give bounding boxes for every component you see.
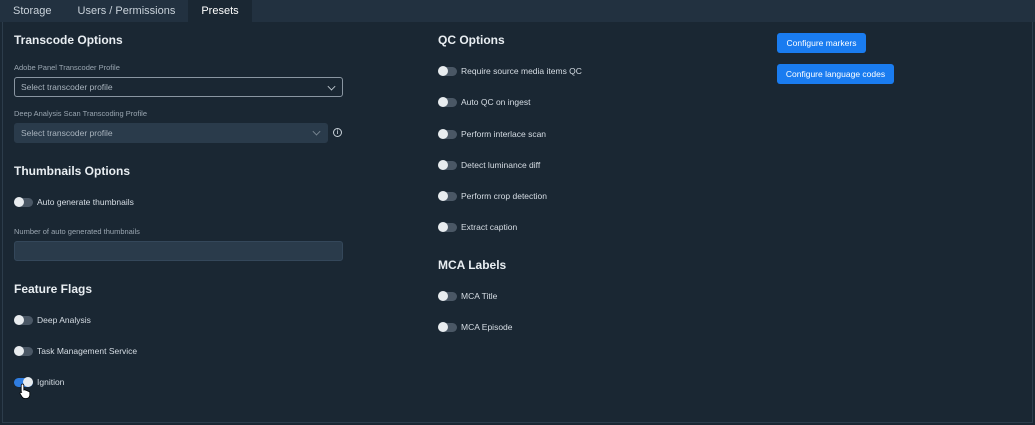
toggle-label: Task Management Service <box>37 346 138 356</box>
tab-presets[interactable]: Presets <box>188 0 252 22</box>
qc-interlace-scan-row[interactable]: Perform interlace scan <box>438 128 546 140</box>
toggle-label: Detect luminance diff <box>461 160 541 170</box>
chevron-down-icon <box>312 127 321 136</box>
toggle-switch[interactable] <box>438 97 457 107</box>
qc-luminance-diff-row[interactable]: Detect luminance diff <box>438 159 540 171</box>
deep-analysis-profile-select[interactable]: Select transcoder profile <box>14 123 328 143</box>
flag-task-management-row[interactable]: Task Management Service <box>14 345 137 357</box>
transcode-options-heading: Transcode Options <box>14 33 123 47</box>
chevron-down-icon <box>327 82 336 91</box>
deep-analysis-profile-placeholder: Select transcoder profile <box>21 128 113 138</box>
toggle-label: Perform interlace scan <box>461 129 547 139</box>
info-icon[interactable]: i <box>333 128 342 137</box>
toggle-label: Auto generate thumbnails <box>37 197 134 207</box>
mca-labels-heading: MCA Labels <box>438 258 507 272</box>
deep-analysis-profile-label: Deep Analysis Scan Transcoding Profile <box>14 109 147 118</box>
tab-users-permissions[interactable]: Users / Permissions <box>65 0 189 22</box>
thumbnails-options-heading: Thumbnails Options <box>14 164 130 178</box>
qc-options-heading: QC Options <box>438 33 505 47</box>
toggle-switch[interactable] <box>438 129 457 139</box>
toggle-switch[interactable] <box>438 66 457 76</box>
qc-crop-detection-row[interactable]: Perform crop detection <box>438 190 547 202</box>
toggle-switch[interactable] <box>14 346 33 356</box>
toggle-switch[interactable] <box>14 197 33 207</box>
hand-cursor-icon <box>19 383 31 399</box>
qc-extract-caption-row[interactable]: Extract caption <box>438 221 517 233</box>
toggle-switch[interactable] <box>438 191 457 201</box>
toggle-switch[interactable] <box>438 222 457 232</box>
toggle-label: Auto QC on ingest <box>461 97 531 107</box>
toggle-switch[interactable] <box>438 291 457 301</box>
feature-flags-heading: Feature Flags <box>14 282 93 296</box>
tab-bar: Storage Users / Permissions Presets <box>0 0 1035 22</box>
mca-episode-row[interactable]: MCA Episode <box>438 321 513 333</box>
toggle-label: Deep Analysis <box>37 315 91 325</box>
thumbnail-count-input[interactable] <box>14 241 343 261</box>
mca-title-row[interactable]: MCA Title <box>438 290 497 302</box>
toggle-switch[interactable] <box>438 160 457 170</box>
tab-storage[interactable]: Storage <box>0 0 65 22</box>
qc-auto-qc-row[interactable]: Auto QC on ingest <box>438 96 530 108</box>
thumbnail-count-label: Number of auto generated thumbnails <box>14 227 140 236</box>
qc-require-source-row[interactable]: Require source media items QC <box>438 65 582 77</box>
adobe-profile-select[interactable]: Select transcoder profile <box>14 77 343 97</box>
toggle-label: MCA Episode <box>461 322 513 332</box>
adobe-profile-placeholder: Select transcoder profile <box>21 82 113 92</box>
toggle-label: Extract caption <box>461 222 518 232</box>
adobe-profile-label: Adobe Panel Transcoder Profile <box>14 63 120 72</box>
configure-markers-button[interactable]: Configure markers <box>777 33 866 53</box>
toggle-switch[interactable] <box>438 322 457 332</box>
toggle-label: Perform crop detection <box>461 191 547 201</box>
toggle-label: Require source media items QC <box>461 66 582 76</box>
toggle-label: MCA Title <box>461 291 498 301</box>
toggle-switch[interactable] <box>14 315 33 325</box>
configure-language-codes-button[interactable]: Configure language codes <box>777 64 894 84</box>
toggle-label: Ignition <box>37 377 65 387</box>
flag-deep-analysis-row[interactable]: Deep Analysis <box>14 314 91 326</box>
auto-generate-thumbnails-toggle-row[interactable]: Auto generate thumbnails <box>14 196 134 208</box>
